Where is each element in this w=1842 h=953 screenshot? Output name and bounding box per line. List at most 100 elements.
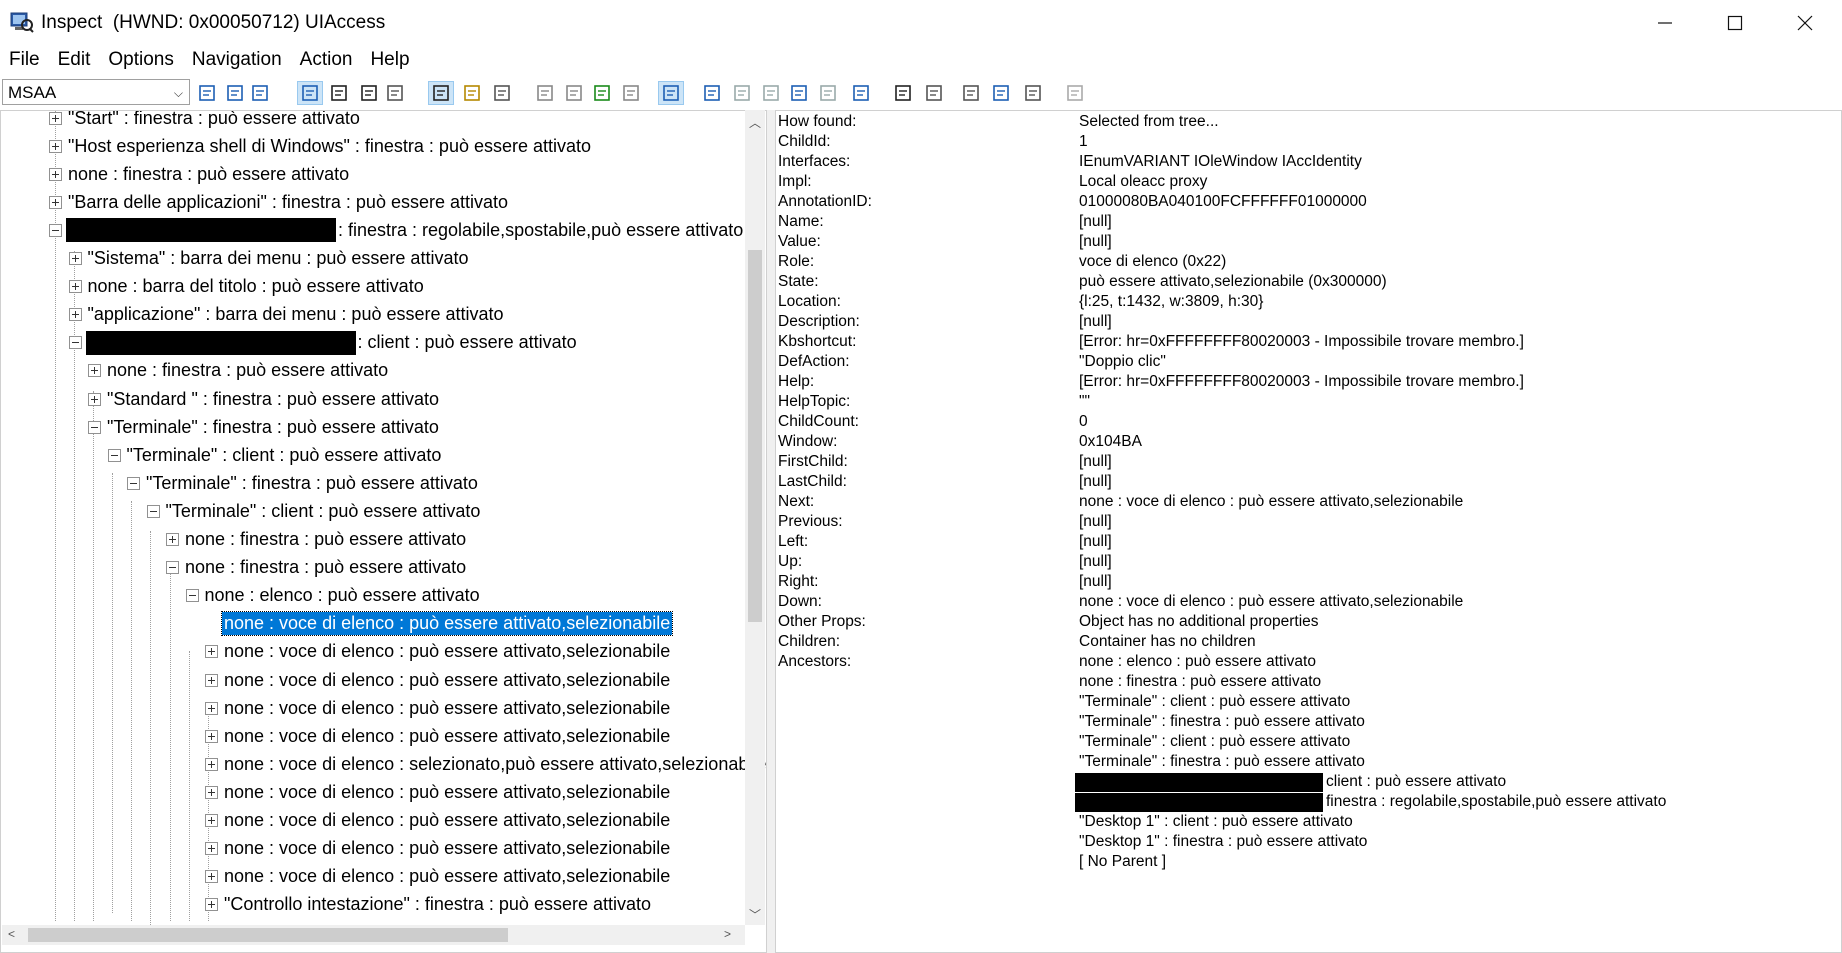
tree-item[interactable]: none : voce di elenco : può essere attiv… [205, 863, 672, 891]
scroll-right-icon[interactable]: > [724, 927, 731, 941]
tree-item[interactable]: "Barra delle applicazioni" : finestra : … [49, 188, 510, 216]
select-button[interactable] [921, 81, 947, 105]
tree-pane[interactable]: "Start" : finestra : può essere attivato… [0, 110, 767, 953]
nav-down-button[interactable] [589, 81, 615, 105]
tree-horizontal-scroll-thumb[interactable] [28, 928, 508, 942]
collapse-icon[interactable] [107, 448, 121, 462]
close-button[interactable] [1770, 0, 1840, 45]
do-default-action-button[interactable] [890, 81, 916, 105]
tree-view-button[interactable] [658, 81, 684, 105]
collapse-icon[interactable] [49, 223, 62, 237]
menu-navigation[interactable]: Navigation [183, 47, 291, 75]
tree-item[interactable]: none : voce di elenco : può essere attiv… [205, 722, 672, 750]
tree-item[interactable]: none : voce di elenco : può essere attiv… [205, 638, 672, 666]
tree-item[interactable]: none : barra del titolo : può essere att… [68, 273, 426, 301]
expand-icon[interactable] [205, 785, 218, 799]
navigate-last-child-button[interactable] [815, 81, 841, 105]
expand-icon[interactable] [49, 111, 62, 125]
menu-action[interactable]: Action [291, 47, 362, 75]
expand-icon[interactable] [205, 870, 218, 884]
tree-vertical-scroll-thumb[interactable] [748, 250, 762, 622]
text-cursor-button[interactable] [326, 81, 352, 105]
menu-file[interactable]: File [0, 47, 49, 75]
expand-icon[interactable] [205, 673, 218, 687]
scroll-down-icon[interactable]: ﹀ [749, 906, 761, 923]
collapse-icon[interactable] [88, 420, 101, 434]
minimize-button[interactable] [1630, 0, 1700, 45]
show-focus-button[interactable] [489, 81, 515, 105]
expand-icon[interactable] [68, 308, 82, 322]
tree-item[interactable]: none : finestra : può essere attivato [88, 357, 390, 385]
navigate-child-button[interactable] [848, 81, 874, 105]
tree-item[interactable]: none : elenco : può essere attivato [185, 582, 482, 610]
expand-icon[interactable] [49, 139, 62, 153]
menu-options[interactable]: Options [99, 47, 182, 75]
tree-item[interactable]: "Terminale" : finestra : può essere atti… [88, 413, 441, 441]
expand-icon[interactable] [49, 195, 62, 209]
expand-icon[interactable] [205, 757, 218, 771]
expand-icon[interactable] [205, 814, 218, 827]
properties-button[interactable] [247, 81, 273, 105]
tree-item-selected[interactable]: none : voce di elenco : può essere attiv… [205, 610, 674, 638]
copy-button[interactable] [222, 81, 248, 105]
collapse-icon[interactable] [127, 476, 140, 490]
tree-item[interactable]: : client : può essere attivato [68, 329, 579, 357]
add-selection-button[interactable] [988, 81, 1014, 105]
expand-icon[interactable] [68, 252, 82, 265]
collapse-icon[interactable] [166, 561, 179, 575]
tree-item[interactable]: none : finestra : può essere attivato [166, 526, 468, 554]
tree-item[interactable]: none : voce di elenco : può essere attiv… [205, 666, 672, 694]
collapse-icon[interactable] [146, 504, 160, 518]
tree-horizontal-scrollbar[interactable]: < > [2, 925, 745, 945]
watch-tracking-button[interactable] [382, 81, 408, 105]
tree-item[interactable]: "Host esperienza shell di Windows" : fin… [49, 132, 593, 160]
tree-item[interactable]: none : voce di elenco : può essere attiv… [205, 835, 672, 863]
collapse-icon[interactable] [68, 336, 82, 350]
watch-mouse-button[interactable] [356, 81, 382, 105]
tree-item[interactable]: : finestra : regolabile,spostabile,può e… [49, 216, 745, 244]
navigate-first-child-button[interactable] [729, 81, 755, 105]
tree-item[interactable]: "Terminale" : client : può essere attiva… [107, 441, 444, 469]
expand-icon[interactable] [205, 842, 218, 856]
tree-item[interactable]: "Terminale" : finestra : può essere atti… [127, 469, 480, 497]
tree-item[interactable]: none : voce di elenco : selezionato,può … [205, 750, 766, 778]
take-focus-button[interactable] [958, 81, 984, 105]
tree-item[interactable]: "Terminale" : client : può essere attiva… [146, 497, 483, 525]
tree-item[interactable]: "Sistema" : barra dei menu : può essere … [68, 245, 471, 273]
expand-icon[interactable] [166, 533, 179, 546]
expand-icon[interactable] [205, 898, 218, 912]
tree-item[interactable]: none : finestra : può essere attivato [49, 160, 351, 188]
expand-icon[interactable] [205, 645, 218, 659]
disabled-button[interactable] [1062, 81, 1088, 105]
expand-icon[interactable] [88, 392, 101, 406]
tree-item[interactable]: "applicazione" : barra dei menu : può es… [68, 301, 506, 329]
tree-item[interactable]: "Controllo intestazione" : finestra : pu… [205, 891, 653, 919]
nav-up-button[interactable] [561, 81, 587, 105]
scroll-left-icon[interactable]: < [8, 927, 15, 941]
menu-edit[interactable]: Edit [49, 47, 100, 75]
remove-selection-button[interactable] [1020, 81, 1046, 105]
tree-item[interactable]: "Start" : finestra : può essere attivato [49, 111, 362, 132]
tree-item[interactable]: none : voce di elenco : può essere attiv… [205, 807, 672, 835]
expand-icon[interactable] [205, 729, 218, 743]
menu-help[interactable]: Help [361, 47, 418, 75]
navigate-parent-button[interactable] [699, 81, 725, 105]
refresh-button[interactable] [194, 81, 220, 105]
nav-back-button[interactable] [532, 81, 558, 105]
navigate-next-button[interactable] [786, 81, 812, 105]
tree-item[interactable]: none : finestra : può essere attivato [166, 554, 468, 582]
collapse-icon[interactable] [185, 589, 199, 603]
mode-select[interactable]: MSAA ⌵ [2, 79, 190, 105]
scroll-up-icon[interactable]: ︿ [749, 114, 761, 131]
tree-item[interactable]: none : voce di elenco : può essere attiv… [205, 694, 672, 722]
highlight-rect-button[interactable] [428, 81, 454, 105]
pane-splitter[interactable] [767, 110, 775, 953]
tree-vertical-scrollbar[interactable]: ︿ ﹀ [745, 110, 765, 925]
nav-forward-button[interactable] [618, 81, 644, 105]
expand-icon[interactable] [205, 701, 218, 715]
tree-item[interactable]: "Standard " : finestra : può essere atti… [88, 385, 441, 413]
expand-icon[interactable] [68, 280, 82, 294]
navigate-prev-button[interactable] [758, 81, 784, 105]
show-caret-button[interactable] [459, 81, 485, 105]
properties-pane[interactable]: How found: Selected from tree... ChildId: 1… [775, 110, 1842, 953]
